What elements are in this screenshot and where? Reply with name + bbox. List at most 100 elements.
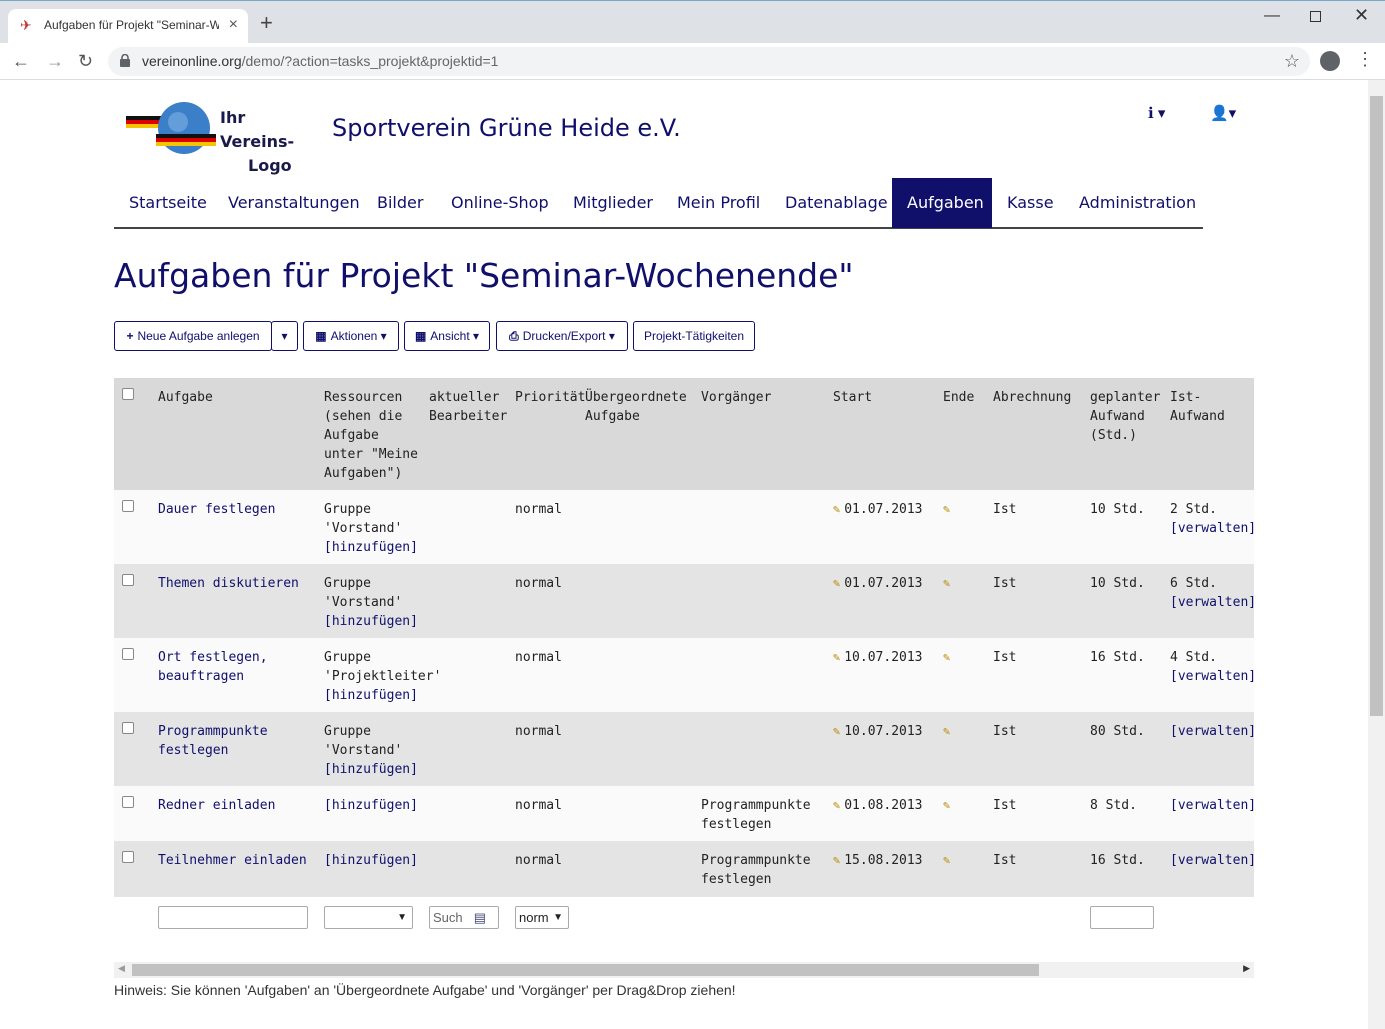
add-resource-link[interactable]: [hinzufügen] (324, 686, 441, 705)
header-parent[interactable]: Übergeordnete Aufgabe (585, 388, 687, 426)
task-link[interactable]: Ort festlegen, beauftragen (158, 648, 268, 686)
start-cell[interactable]: ✎ 10.07.2013 (833, 722, 923, 741)
close-window-icon[interactable]: ✕ (1354, 5, 1369, 26)
table-row[interactable]: Redner einladen [hinzufügen] normal Prog… (114, 786, 1256, 841)
task-link[interactable]: Teilnehmer einladen (158, 851, 307, 870)
back-icon[interactable]: ← (12, 51, 30, 71)
header-actual[interactable]: Ist- Aufwand (1170, 388, 1225, 426)
new-tab-icon[interactable]: + (260, 12, 273, 34)
profile-icon[interactable] (1320, 51, 1340, 71)
header-planned[interactable]: geplanter Aufwand (Std.) (1090, 388, 1160, 445)
add-resource-link[interactable]: [hinzufügen] (324, 851, 418, 870)
forward-icon[interactable]: → (46, 51, 64, 71)
nav-item-kasse[interactable]: Kasse (992, 178, 1069, 228)
start-cell[interactable]: ✎ 01.08.2013 (833, 796, 923, 815)
table-row[interactable]: Teilnehmer einladen [hinzufügen] normal … (114, 841, 1256, 897)
project-activities-button[interactable]: Projekt-Tätigkeiten (633, 321, 755, 351)
vertical-scrollbar[interactable] (1368, 80, 1385, 1029)
header-start[interactable]: Start (833, 388, 872, 407)
info-dropdown-icon[interactable]: ℹ ▾ (1148, 104, 1165, 122)
end-cell[interactable]: ✎ (943, 574, 954, 593)
pencil-icon[interactable]: ✎ (943, 648, 950, 667)
task-link[interactable]: Dauer festlegen (158, 500, 275, 519)
row-checkbox[interactable] (122, 500, 134, 512)
browser-tab[interactable]: ✈ Aufgaben für Projekt "Seminar-W × (8, 9, 248, 44)
view-button[interactable]: ▦ Ansicht ▾ (404, 321, 490, 351)
table-row[interactable]: Themen diskutieren Gruppe 'Vorstand' [hinz… (114, 564, 1256, 638)
print-export-button[interactable]: ⎙ Drucken/Export ▾ (496, 321, 628, 351)
new-task-dropdown-button[interactable]: ▾ (271, 321, 298, 351)
pencil-icon[interactable]: ✎ (833, 796, 840, 815)
manage-link[interactable]: [verwalten] (1170, 593, 1256, 612)
end-cell[interactable]: ✎ (943, 722, 954, 741)
nav-item-mein-profil[interactable]: Mein Profil (662, 178, 775, 228)
row-checkbox[interactable] (122, 648, 134, 660)
manage-link[interactable]: [verwalten] (1170, 796, 1256, 815)
add-resource-link[interactable]: [hinzufügen] (324, 612, 418, 631)
nav-item-bilder[interactable]: Bilder (362, 178, 438, 228)
row-checkbox[interactable] (122, 851, 134, 863)
row-checkbox[interactable] (122, 574, 134, 586)
pencil-icon[interactable]: ✎ (943, 796, 950, 815)
pencil-icon[interactable]: ✎ (943, 500, 950, 519)
row-checkbox[interactable] (122, 796, 134, 808)
end-cell[interactable]: ✎ (943, 851, 954, 870)
nav-item-datenablage[interactable]: Datenablage (770, 178, 903, 228)
header-end[interactable]: Ende (943, 388, 974, 407)
add-resource-link[interactable]: [hinzufügen] (324, 538, 418, 557)
new-task-button[interactable]: + Neue Aufgabe anlegen (114, 321, 272, 351)
task-filter-input[interactable] (158, 906, 308, 929)
table-row[interactable]: Programmpunkte festlegen Gruppe 'Vorstand'… (114, 712, 1256, 786)
vertical-scrollbar-thumb[interactable] (1370, 96, 1383, 716)
header-resources[interactable]: Ressourcen (sehen die Aufgabe unter "Meine A… (324, 388, 418, 483)
add-resource-link[interactable]: [hinzufügen] (324, 796, 418, 815)
actions-button[interactable]: ▦ Aktionen ▾ (303, 321, 399, 351)
nav-item-startseite[interactable]: Startseite (114, 178, 222, 228)
editor-filter-input[interactable]: Such ▤ (429, 906, 499, 929)
minimize-icon[interactable]: — (1264, 7, 1280, 25)
calendar-icon[interactable]: ▤ (474, 907, 486, 928)
row-checkbox[interactable] (122, 722, 134, 734)
horizontal-scrollbar[interactable]: ◀ ▶ (114, 962, 1254, 978)
header-priority[interactable]: Priorität (515, 388, 585, 407)
header-task[interactable]: Aufgabe (158, 388, 213, 407)
end-cell[interactable]: ✎ (943, 796, 954, 815)
user-dropdown-icon[interactable]: 👤▾ (1210, 104, 1236, 122)
planned-filter-input[interactable] (1090, 906, 1154, 929)
start-cell[interactable]: ✎ 01.07.2013 (833, 500, 923, 519)
manage-link[interactable]: [verwalten] (1170, 519, 1256, 538)
bookmark-star-icon[interactable]: ☆ (1284, 51, 1300, 72)
pencil-icon[interactable]: ✎ (833, 574, 840, 593)
nav-item-mitglieder[interactable]: Mitglieder (558, 178, 668, 228)
task-link[interactable]: Redner einladen (158, 796, 275, 815)
table-row[interactable]: Ort festlegen, beauftragen Gruppe 'Projekt… (114, 638, 1256, 712)
reload-icon[interactable]: ↻ (78, 51, 93, 71)
end-cell[interactable]: ✎ (943, 500, 954, 519)
pencil-icon[interactable]: ✎ (833, 722, 840, 741)
horizontal-scrollbar-thumb[interactable] (132, 964, 1039, 976)
start-cell[interactable]: ✎ 01.07.2013 (833, 574, 923, 593)
pencil-icon[interactable]: ✎ (943, 851, 950, 870)
add-resource-link[interactable]: [hinzufügen] (324, 760, 418, 779)
pencil-icon[interactable]: ✎ (943, 722, 950, 741)
pencil-icon[interactable]: ✎ (833, 500, 840, 519)
close-tab-icon[interactable]: × (229, 16, 238, 34)
site-logo[interactable]: Ihr Vereins- Logo (126, 100, 321, 175)
header-predecessor[interactable]: Vorgänger (701, 388, 771, 407)
manage-link[interactable]: [verwalten] (1170, 722, 1256, 741)
pencil-icon[interactable]: ✎ (943, 574, 950, 593)
start-cell[interactable]: ✎ 15.08.2013 (833, 851, 923, 870)
browser-menu-icon[interactable]: ⋮ (1356, 49, 1374, 70)
resources-filter-select[interactable]: ▼ (324, 906, 413, 929)
scroll-right-icon[interactable]: ▶ (1243, 963, 1250, 974)
task-link[interactable]: Programmpunkte festlegen (158, 722, 268, 760)
priority-filter-select[interactable]: norm ▼ (515, 906, 569, 929)
header-editor[interactable]: aktueller Bearbeiter (429, 388, 507, 426)
start-cell[interactable]: ✎ 10.07.2013 (833, 648, 923, 667)
nav-item-veranstaltungen[interactable]: Veranstaltungen (213, 178, 375, 228)
manage-link[interactable]: [verwalten] (1170, 851, 1256, 870)
pencil-icon[interactable]: ✎ (833, 851, 840, 870)
table-row[interactable]: Dauer festlegen Gruppe 'Vorstand' [hinzufü… (114, 490, 1256, 564)
header-billing[interactable]: Abrechnung (993, 388, 1071, 407)
scroll-left-icon[interactable]: ◀ (118, 963, 125, 974)
